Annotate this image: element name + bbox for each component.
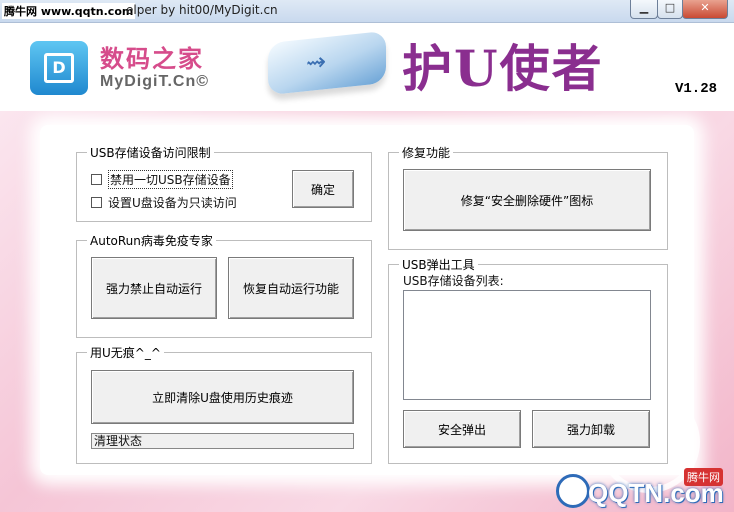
maximize-icon: □ (664, 1, 676, 14)
checkbox-box[interactable] (91, 174, 102, 185)
clean-history-legend: 用U无痕^_^ (90, 346, 161, 360)
readonly-usb-checkbox[interactable]: 设置U盘设备为只读访问 (91, 194, 237, 211)
autorun-legend: AutoRun病毒免疫专家 (90, 234, 213, 248)
clear-history-button[interactable]: 立即清除U盘使用历史痕迹 (91, 370, 354, 424)
repair-legend: 修复功能 (402, 146, 451, 160)
disable-all-usb-checkbox[interactable]: 禁用一切USB存储设备 (91, 170, 233, 189)
confirm-button[interactable]: 确定 (292, 170, 354, 208)
disable-all-usb-label: 禁用一切USB存储设备 (108, 170, 233, 189)
app-title: 护U使者 (402, 39, 604, 98)
mydigit-logo: D (30, 41, 88, 95)
close-icon: ✕ (700, 1, 710, 14)
watermark-text: 腾牛网 www.qqtn.com (2, 3, 136, 19)
brand-name-en: MyDigiT.Cn© (100, 73, 210, 90)
brand-name-cn: 数码之家 (100, 45, 204, 73)
window-title: elper by hit00/MyDigit.cn (126, 3, 278, 17)
close-button[interactable]: ✕ (682, 0, 728, 19)
minimize-icon: ▁ (639, 1, 649, 14)
usb-device-list[interactable] (403, 290, 651, 400)
logo-letter: D (52, 58, 66, 77)
minimize-button[interactable]: ▁ (630, 0, 658, 19)
usb-limit-legend: USB存储设备访问限制 (90, 146, 211, 160)
repair-safe-remove-button[interactable]: 修复“安全删除硬件”图标 (403, 169, 651, 231)
clean-status-field: 清理状态 (91, 433, 354, 449)
safe-eject-button[interactable]: 安全弹出 (403, 410, 521, 448)
qqtn-logo-icon (556, 474, 590, 508)
logo-house-icon: D (44, 53, 74, 83)
qqtn-watermark: 腾牛网 QQTN.com (556, 468, 726, 512)
qqtn-text: QQTN.com (588, 478, 724, 508)
header-banner: D 数码之家 MyDigiT.Cn© ⇝ 护U使者 V1.28 (0, 23, 734, 111)
usb-symbol-icon: ⇝ (306, 47, 327, 78)
block-autorun-button[interactable]: 强力禁止自动运行 (91, 257, 217, 319)
checkbox-box[interactable] (91, 197, 102, 208)
readonly-usb-label: 设置U盘设备为只读访问 (108, 196, 237, 210)
usb-device-list-label: USB存储设备列表: (403, 274, 504, 288)
force-unmount-button[interactable]: 强力卸载 (532, 410, 650, 448)
usb-drive-icon: ⇝ (268, 30, 386, 96)
title-bar: 腾牛网 www.qqtn.com elper by hit00/MyDigit.… (0, 0, 734, 23)
maximize-button[interactable]: □ (657, 0, 683, 19)
usb-eject-legend: USB弹出工具 (402, 258, 475, 272)
restore-autorun-button[interactable]: 恢复自动运行功能 (228, 257, 354, 319)
version-label: V1.28 (675, 81, 718, 97)
